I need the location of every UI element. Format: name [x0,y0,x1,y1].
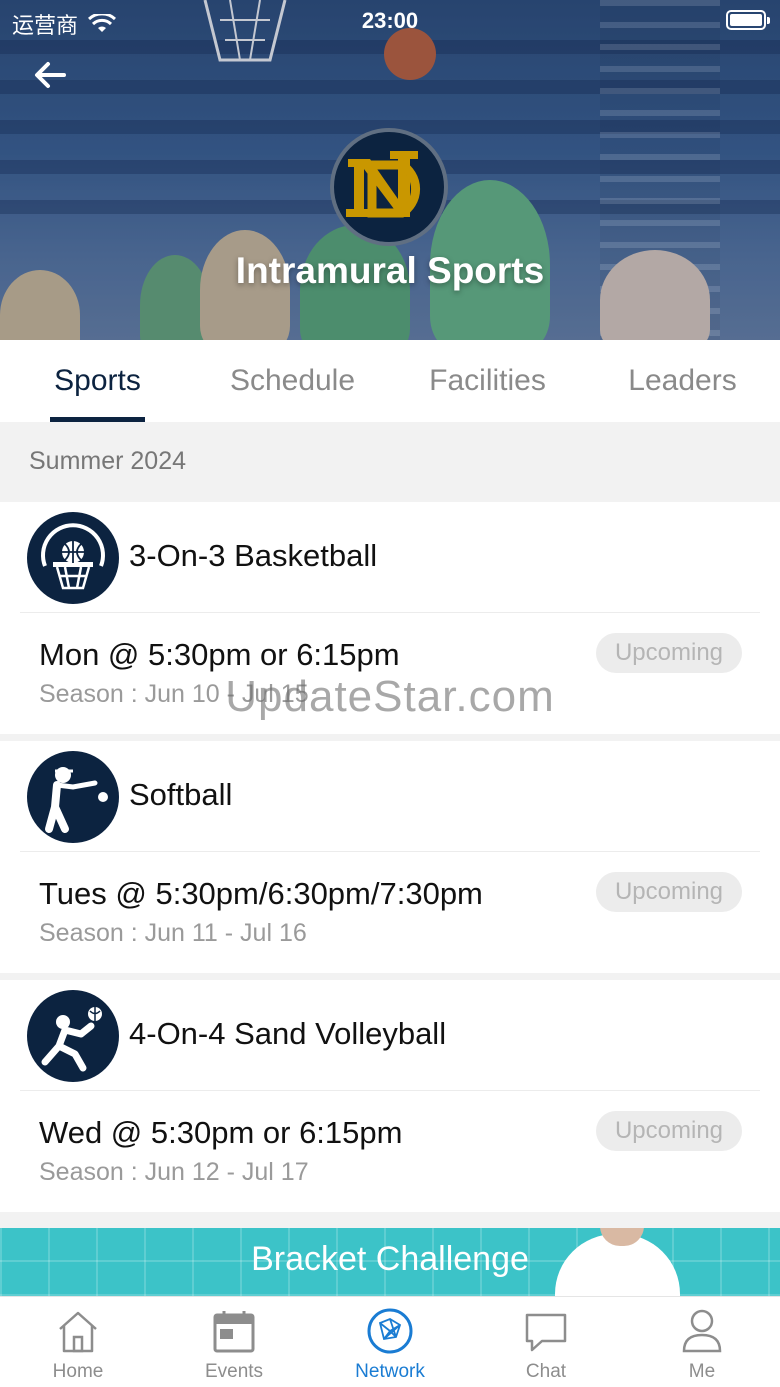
home-icon [59,1311,97,1353]
person-icon [682,1309,722,1353]
sport-schedule-time: Mon @ 5:30pm or 6:15pm [39,637,400,672]
basketball-hoop-icon [27,512,119,604]
nav-label: Me [688,1361,716,1382]
school-logo [330,128,448,246]
status-badge: Upcoming [596,633,742,673]
sport-season-dates: Season : Jun 11 - Jul 16 [39,919,307,947]
volleyball-player-icon [27,990,119,1082]
back-arrow-icon[interactable] [30,58,70,92]
status-badge: Upcoming [596,872,742,912]
nav-label: Home [52,1361,104,1382]
sport-schedule-time: Tues @ 5:30pm/6:30pm/7:30pm [39,876,483,911]
status-badge: Upcoming [596,1111,742,1151]
nav-me[interactable]: Me [624,1297,780,1387]
sport-name: 3-On-3 Basketball [129,538,378,573]
nd-monogram-icon [346,151,421,218]
sport-season-dates: Season : Jun 10 - Jul 15 [39,680,309,708]
sport-name: 4-On-4 Sand Volleyball [129,1016,447,1051]
sport-card-header[interactable]: 4-On-4 Sand Volleyball [0,980,780,1090]
sport-card[interactable]: 4-On-4 Sand Volleyball Wed @ 5:30pm or 6… [0,980,780,1212]
network-icon [367,1308,413,1354]
sport-card-header[interactable]: Softball [0,741,780,851]
calendar-icon [213,1311,255,1353]
nav-label: Chat [525,1361,567,1382]
nav-label: Network [355,1361,425,1382]
softball-batter-icon [27,751,119,843]
status-bar: 运营商 23:00 [0,0,780,40]
tab-facilities[interactable]: Facilities [390,340,585,422]
sport-card[interactable]: Softball Tues @ 5:30pm/6:30pm/7:30pm Sea… [0,741,780,973]
chat-icon [525,1313,567,1352]
nav-label: Events [204,1361,264,1382]
battery-icon [726,10,770,30]
clock: 23:00 [361,8,419,33]
page-title: Intramural Sports [235,250,545,291]
divider [20,851,760,852]
nav-chat[interactable]: Chat [468,1297,624,1387]
bracket-challenge-banner[interactable]: Bracket Challenge [0,1228,780,1296]
sport-name: Softball [129,777,233,812]
nav-home[interactable]: Home [0,1297,156,1387]
tab-schedule[interactable]: Schedule [195,340,390,422]
sport-card[interactable]: 3-On-3 Basketball Mon @ 5:30pm or 6:15pm… [0,502,780,734]
tab-leaders[interactable]: Leaders [585,340,780,422]
sport-season-dates: Season : Jun 12 - Jul 17 [39,1158,309,1186]
divider [20,612,760,613]
nav-events[interactable]: Events [156,1297,312,1387]
bottom-navigation: Home Events Network Chat Me [0,1296,780,1387]
header-banner: 运营商 23:00 Intramural Sports [0,0,780,340]
tab-sports[interactable]: Sports [0,340,195,422]
divider [20,1090,760,1091]
sport-schedule-time: Wed @ 5:30pm or 6:15pm [39,1115,403,1150]
tab-bar: Sports Schedule Facilities Leaders [0,340,780,422]
nav-network[interactable]: Network [312,1297,468,1387]
sport-card-header[interactable]: 3-On-3 Basketball [0,502,780,612]
banner-label: Bracket Challenge [251,1240,529,1278]
section-title: Summer 2024 [0,422,780,502]
